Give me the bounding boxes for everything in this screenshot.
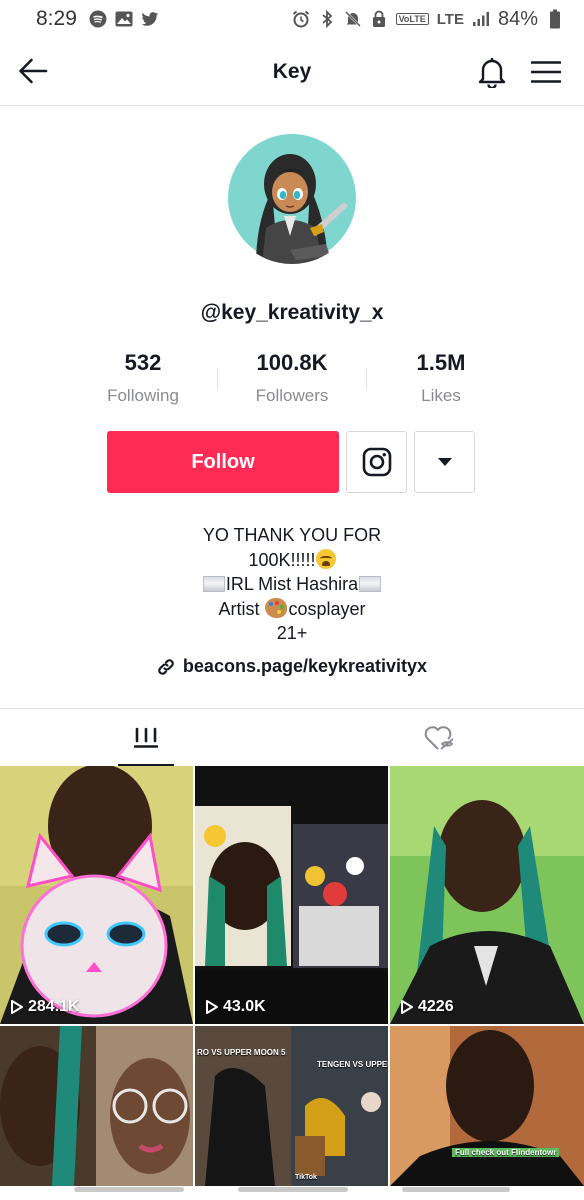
menu-button[interactable]: [526, 52, 566, 92]
mute-icon: [344, 10, 362, 28]
stat-followers[interactable]: 100.8K Followers: [217, 350, 367, 406]
bio-line: 100K!!!!!: [0, 548, 584, 573]
following-count: 532: [124, 350, 162, 375]
instagram-icon: [362, 447, 391, 477]
stat-following[interactable]: 532 Following: [68, 350, 218, 406]
bio-text: cosplayer: [288, 598, 366, 619]
play-icon: [401, 1000, 413, 1014]
likes-count: 1.5M: [416, 350, 466, 375]
more-options-button[interactable]: [414, 431, 475, 493]
follow-button[interactable]: Follow: [107, 431, 339, 493]
nav-indicator: [402, 1187, 510, 1192]
spotify-icon: [89, 10, 107, 28]
avatar[interactable]: [226, 132, 358, 264]
likes-label: Likes: [421, 386, 461, 405]
liked-hidden-icon: [424, 726, 454, 750]
nav-indicator: [238, 1187, 348, 1192]
profile-stats: 532 Following 100.8K Followers 1.5M Like…: [68, 350, 516, 410]
alarm-icon: [292, 10, 310, 28]
view-count-text: 43.0K: [223, 998, 266, 1015]
video-thumbnail[interactable]: [0, 1026, 193, 1186]
video-thumbnail[interactable]: 284.1K: [0, 766, 193, 1024]
username: @key_kreativity_x: [200, 301, 384, 324]
bio-link-text: beacons.page/keykreativityx: [182, 656, 428, 676]
followers-count: 100.8K: [256, 350, 328, 375]
videos-grid-icon: [134, 727, 158, 748]
view-count-text: 284.1K: [28, 998, 80, 1015]
twitter-icon: [141, 10, 159, 28]
battery-percent: 84%: [497, 7, 538, 30]
view-count: 43.0K: [205, 998, 266, 1016]
hamburger-menu-icon: [531, 61, 561, 83]
view-count-text: 4226: [418, 998, 454, 1015]
crying-emoji-icon: [315, 548, 336, 569]
video-grid: 284.1K 43.0K 4226 RO VS UPPER MOON 5 TEN…: [0, 766, 584, 1186]
video-thumbnail[interactable]: 4226: [390, 766, 584, 1024]
bio-text: IRL Mist Hashira: [225, 574, 359, 594]
video-thumbnail[interactable]: 43.0K: [195, 766, 388, 1024]
art-palette-emoji-icon: [265, 597, 288, 618]
bell-icon: [478, 58, 506, 88]
volte-label: VoLTE: [395, 13, 429, 25]
play-icon: [11, 1000, 23, 1014]
followers-label: Followers: [255, 386, 329, 405]
bio-line: Artist cosplayer: [0, 597, 584, 622]
bio-line: YO THANK YOU FOR: [202, 525, 382, 545]
white-flag-emoji-icon: [202, 576, 225, 592]
tab-liked[interactable]: [292, 709, 584, 767]
tab-videos[interactable]: [0, 709, 292, 767]
profile-header: Key: [0, 38, 584, 106]
gallery-icon: [115, 10, 133, 28]
bio-line: 21+: [276, 623, 308, 643]
video-caption: Full check out Flindentowr: [452, 1148, 560, 1157]
bio-text: Artist: [218, 598, 265, 619]
bluetooth-icon: [318, 10, 336, 28]
view-count: 4226: [400, 998, 454, 1016]
instagram-button[interactable]: [346, 431, 407, 493]
profile-tabs: [0, 708, 584, 767]
video-thumbnail[interactable]: Full check out Flindentowr: [390, 1026, 584, 1186]
video-caption: RO VS UPPER MOON 5: [197, 1048, 286, 1057]
lock-icon: [370, 10, 388, 28]
nav-indicator: [74, 1187, 184, 1192]
network-label: LTE: [436, 10, 464, 28]
play-icon: [206, 1000, 218, 1014]
tiktok-watermark: TikTok: [295, 1174, 317, 1181]
video-caption: TENGEN VS UPPER M: [317, 1060, 388, 1069]
notifications-button[interactable]: [472, 52, 512, 92]
link-icon: [158, 658, 174, 675]
battery-icon: [546, 9, 564, 29]
bio-line: IRL Mist Hashira: [0, 572, 584, 597]
following-label: Following: [107, 386, 179, 405]
bio: YO THANK YOU FOR 100K!!!!! IRL Mist Hash…: [0, 523, 584, 646]
signal-icon: [472, 10, 490, 28]
status-bar: 8:29 VoLTE LTE 84%: [0, 0, 584, 38]
caret-down-icon: [437, 458, 452, 466]
status-time: 8:29: [36, 7, 77, 30]
view-count: 284.1K: [10, 998, 80, 1016]
white-flag-emoji-icon: [359, 576, 382, 592]
video-thumbnail[interactable]: RO VS UPPER MOON 5 TENGEN VS UPPER M Tik…: [195, 1026, 388, 1186]
stat-likes[interactable]: 1.5M Likes: [366, 350, 516, 406]
bio-link[interactable]: beacons.page/keykreativityx: [0, 656, 584, 677]
system-nav-bar: [0, 1186, 584, 1200]
bio-text: 100K!!!!!: [248, 549, 316, 570]
